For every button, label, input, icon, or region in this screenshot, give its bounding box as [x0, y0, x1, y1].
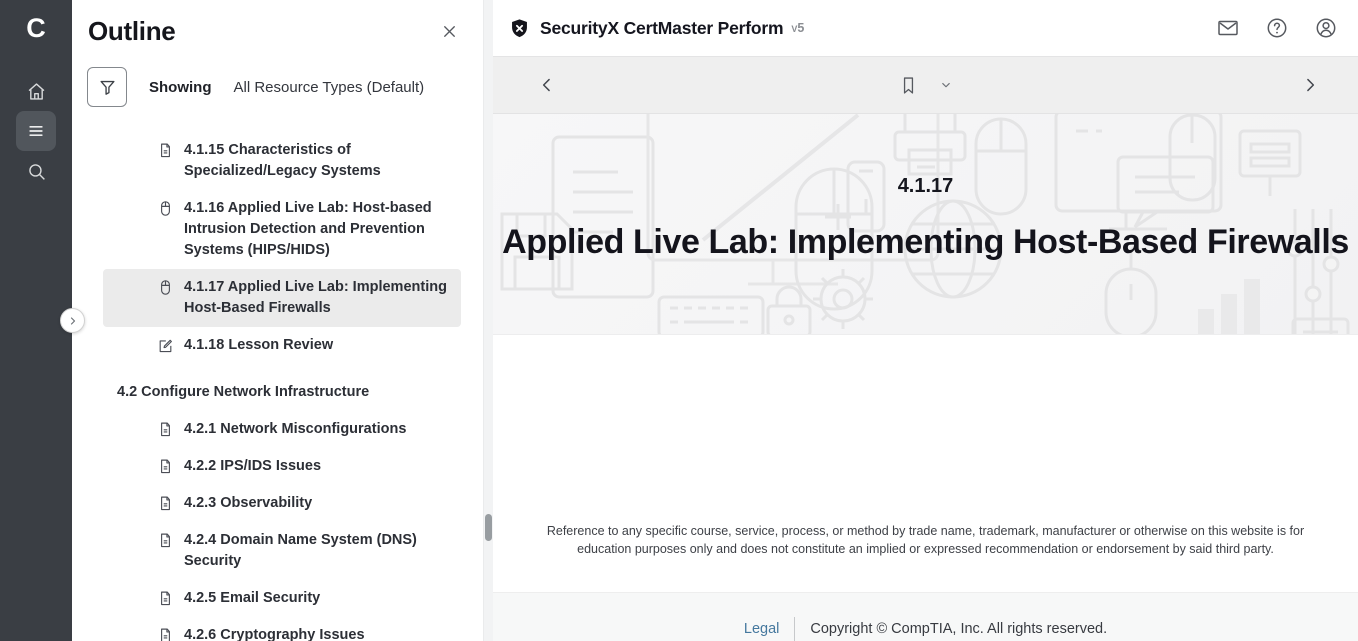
outline-item[interactable]: 4.1.15 Characteristics of Specialized/Le… [103, 132, 461, 190]
outline-close-button[interactable] [438, 20, 461, 43]
outline-item[interactable]: 4.2.6 Cryptography Issues [103, 617, 461, 641]
legal-link[interactable]: Legal [744, 621, 779, 637]
lesson-hero: 4.1.17 Applied Live Lab: Implementing Ho… [493, 114, 1358, 335]
outline-item-label: 4.1.17 Applied Live Lab: Implementing Ho… [184, 277, 451, 319]
next-lesson-button[interactable] [1300, 75, 1320, 95]
copyright-text: Copyright © CompTIA, Inc. All rights res… [810, 621, 1107, 637]
outline-item[interactable]: 4.1.16 Applied Live Lab: Host-based Intr… [103, 190, 461, 269]
back-chevron-icon [537, 75, 557, 95]
bookmark-group [898, 75, 953, 96]
help-button[interactable] [1265, 16, 1289, 40]
outline-item-label: 4.2 Configure Network Infrastructure [117, 382, 369, 403]
app-title: SecurityX CertMaster Perform [540, 18, 783, 39]
lab-mouse-icon [157, 279, 175, 296]
main-header: SecurityX CertMaster Perform v5 [493, 0, 1358, 57]
rail-nav [0, 71, 72, 191]
lab-mouse-icon [157, 200, 175, 217]
document-icon [157, 142, 175, 159]
close-icon [440, 22, 459, 41]
version-badge: v5 [791, 21, 804, 35]
outline-item[interactable]: 4.2.1 Network Misconfigurations [103, 411, 461, 448]
search-icon [26, 161, 47, 182]
document-icon [157, 532, 175, 549]
mail-button[interactable] [1216, 16, 1240, 40]
lesson-body-area: Reference to any specific course, servic… [493, 335, 1358, 592]
footer-divider [794, 617, 795, 641]
outline-item-label: 4.1.16 Applied Live Lab: Host-based Intr… [184, 198, 451, 261]
outline-item-label: 4.2.5 Email Security [184, 588, 320, 609]
securityx-shield-icon [509, 18, 530, 39]
pattern-keyboard-icon [656, 294, 766, 335]
document-icon [157, 590, 175, 607]
menu-icon [26, 121, 46, 141]
outline-item[interactable]: 4.2.5 Email Security [103, 580, 461, 617]
outline-item[interactable]: 4.2 Configure Network Infrastructure [103, 374, 461, 411]
document-icon [157, 627, 175, 641]
outline-item-label: 4.2.1 Network Misconfigurations [184, 419, 406, 440]
pattern-document-icon [1288, 314, 1353, 335]
comptia-logo[interactable]: C [0, 0, 72, 56]
outline-scrollbar-track[interactable] [483, 0, 493, 641]
lesson-title: Applied Live Lab: Implementing Host-Base… [493, 223, 1358, 262]
main-content: SecurityX CertMaster Perform v5 [493, 0, 1358, 641]
outline-scrollbar-thumb[interactable] [485, 514, 492, 541]
home-icon [26, 81, 47, 102]
document-icon [157, 421, 175, 438]
document-icon [157, 495, 175, 512]
pattern-chart-icon [1193, 274, 1268, 335]
hero-text: 4.1.17 Applied Live Lab: Implementing Ho… [493, 114, 1358, 262]
outline-item[interactable]: 4.1.17 Applied Live Lab: Implementing Ho… [103, 269, 461, 327]
outline-item[interactable]: 4.2.4 Domain Name System (DNS) Security [103, 522, 461, 580]
bookmark-icon [898, 75, 919, 96]
app-root: { "colors": { "rail_bg": "#3a3e44", "rai… [0, 0, 1358, 641]
mail-icon [1216, 16, 1240, 40]
home-button[interactable] [16, 71, 56, 111]
page-footer: Legal Copyright © CompTIA, Inc. All righ… [493, 592, 1358, 641]
outline-title: Outline [88, 16, 175, 47]
bookmark-button[interactable] [898, 75, 919, 96]
filter-value: All Resource Types (Default) [234, 79, 425, 96]
showing-label: Showing [149, 79, 212, 96]
previous-lesson-button[interactable] [537, 75, 557, 95]
outline-item-label: 4.2.6 Cryptography Issues [184, 625, 365, 641]
outline-menu-button[interactable] [16, 111, 56, 151]
pattern-gear-icon [803, 259, 883, 335]
profile-button[interactable] [1314, 16, 1338, 40]
outline-item-label: 4.2.3 Observability [184, 493, 312, 514]
filter-row: Showing All Resource Types (Default) [87, 67, 483, 107]
outline-item-label: 4.2.2 IPS/IDS Issues [184, 456, 321, 477]
bookmark-menu-button[interactable] [939, 78, 953, 92]
outline-item-label: 4.1.15 Characteristics of Specialized/Le… [184, 140, 451, 182]
filter-button[interactable] [87, 67, 127, 107]
outline-list: 4.1.15 Characteristics of Specialized/Le… [103, 132, 461, 641]
outline-panel: Outline Showing All Resource Types (Defa… [72, 0, 483, 641]
lesson-toolbar [493, 57, 1358, 114]
header-icons [1216, 16, 1338, 40]
outline-item-label: 4.1.18 Lesson Review [184, 335, 333, 356]
outline-item[interactable]: 4.2.2 IPS/IDS Issues [103, 448, 461, 485]
next-chevron-icon [1300, 75, 1320, 95]
outline-header: Outline [72, 0, 483, 47]
disclaimer-text: Reference to any specific course, servic… [536, 522, 1316, 592]
lesson-number: 4.1.17 [493, 175, 1358, 198]
funnel-icon [98, 78, 117, 97]
expand-panel-chevron-icon [67, 315, 79, 327]
edit-icon [157, 337, 175, 354]
profile-icon [1314, 16, 1338, 40]
outline-item[interactable]: 4.1.18 Lesson Review [103, 327, 461, 364]
caret-down-icon [939, 78, 953, 92]
outline-item[interactable]: 4.2.3 Observability [103, 485, 461, 522]
search-button[interactable] [16, 151, 56, 191]
document-icon [157, 458, 175, 475]
panel-toggle-button[interactable] [60, 308, 85, 333]
outline-item-label: 4.2.4 Domain Name System (DNS) Security [184, 530, 451, 572]
help-icon [1265, 16, 1289, 40]
